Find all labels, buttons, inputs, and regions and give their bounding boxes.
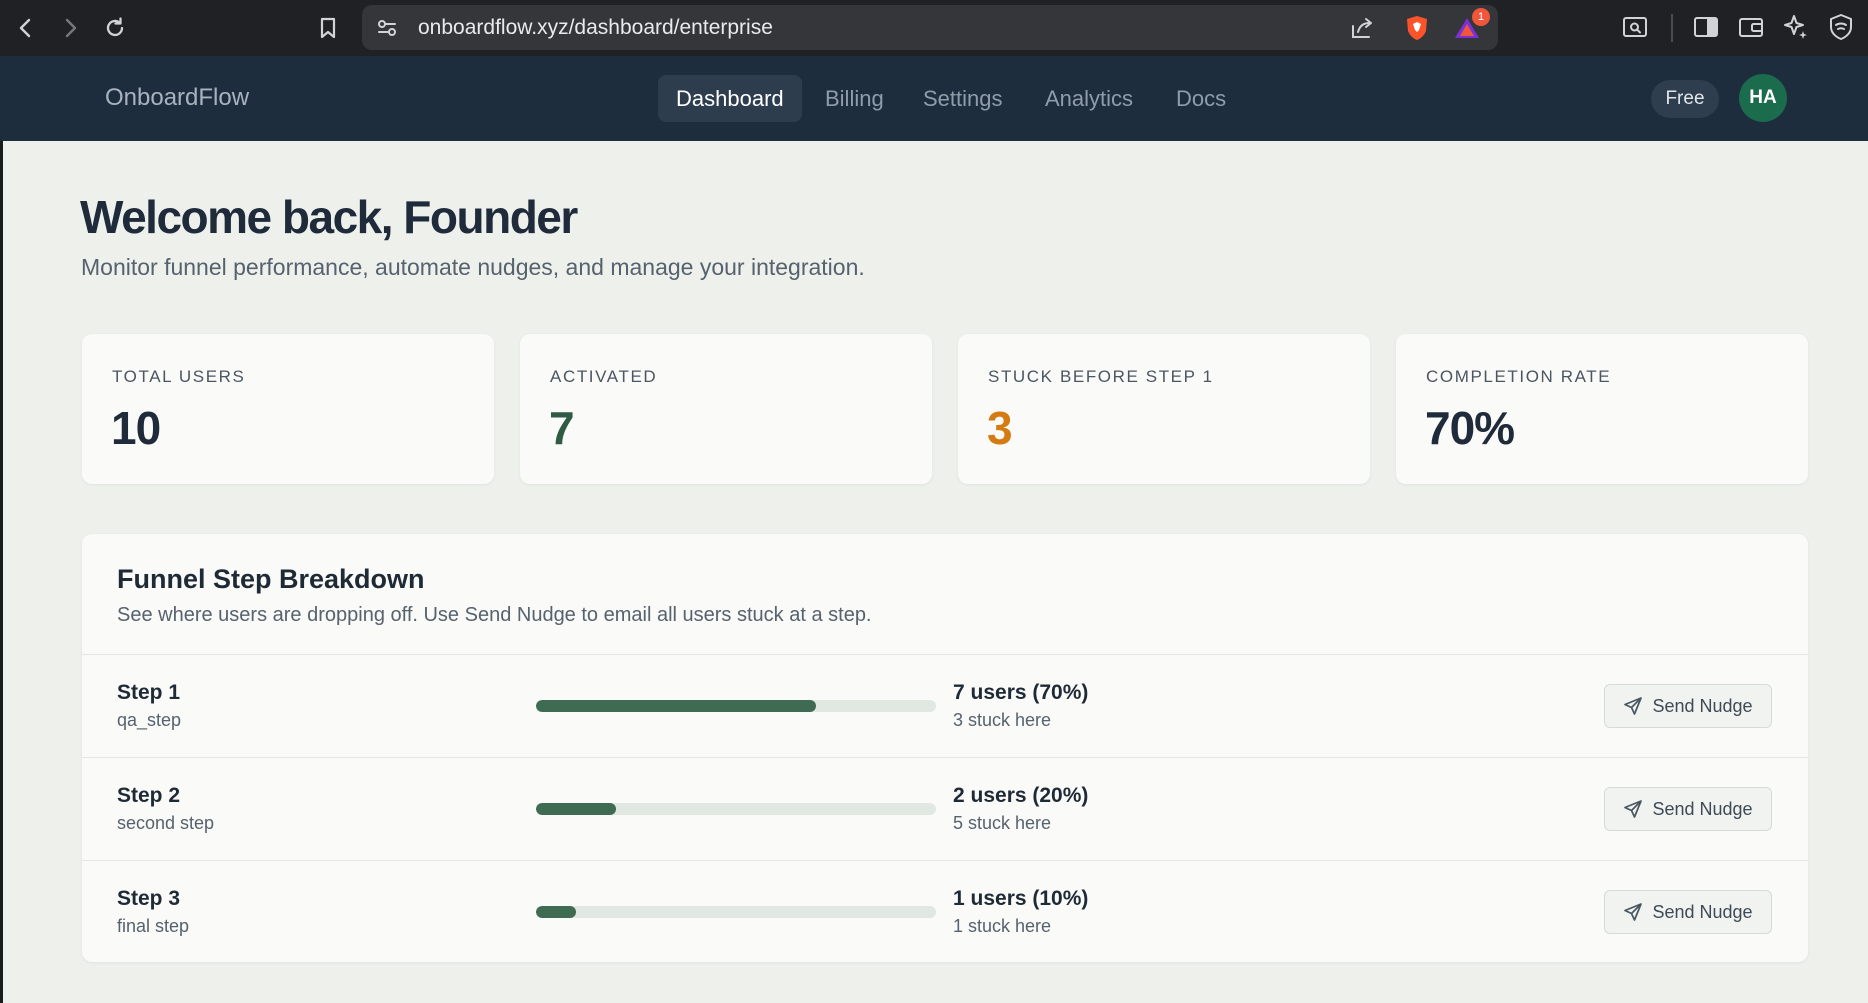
user-avatar[interactable]: HA (1739, 74, 1787, 122)
sidebar-toggle-icon[interactable] (1691, 12, 1721, 42)
send-nudge-label: Send Nudge (1652, 695, 1753, 716)
reload-icon[interactable] (97, 10, 133, 46)
address-bar[interactable]: onboardflow.xyz/dashboard/enterprise 1 (362, 5, 1498, 50)
stat-card-completion-rate: COMPLETION RATE 70% (1396, 334, 1808, 484)
stat-card-total-users: TOTAL USERS 10 (82, 334, 494, 484)
bookmark-icon[interactable] (310, 10, 346, 46)
page-title: Welcome back, Founder (80, 191, 578, 243)
funnel-title: Funnel Step Breakdown (117, 564, 425, 594)
step-progress-bar (536, 906, 936, 918)
step-name: Step 3 (117, 887, 181, 910)
stat-card-activated: ACTIVATED 7 (520, 334, 932, 484)
nav-tab-docs[interactable]: Docs (1158, 75, 1244, 122)
step-stuck-count: 1 stuck here (953, 916, 1052, 936)
step-progress-fill (536, 700, 816, 712)
notification-badge: 1 (1472, 8, 1490, 26)
share-icon[interactable] (1347, 13, 1377, 43)
back-icon[interactable] (8, 10, 44, 46)
step-name: Step 1 (117, 681, 181, 704)
funnel-breakdown-card: Funnel Step Breakdown See where users ar… (82, 534, 1808, 962)
url-text[interactable]: onboardflow.xyz/dashboard/enterprise (418, 16, 773, 40)
send-nudge-button[interactable]: Send Nudge (1604, 787, 1772, 831)
step-users-count: 7 users (70%) (953, 681, 1089, 704)
stat-value: 70% (1425, 402, 1515, 454)
send-nudge-label: Send Nudge (1652, 901, 1753, 922)
site-settings-icon[interactable] (372, 13, 402, 43)
stat-value: 10 (111, 402, 161, 454)
nav-tab-analytics[interactable]: Analytics (1027, 75, 1151, 122)
step-stuck-count: 5 stuck here (953, 813, 1052, 833)
stat-value: 7 (549, 402, 575, 454)
nav-tab-settings[interactable]: Settings (905, 75, 1021, 122)
nav-tab-dashboard[interactable]: Dashboard (658, 75, 802, 122)
browser-toolbar: onboardflow.xyz/dashboard/enterprise 1 (0, 0, 1868, 56)
plan-badge[interactable]: Free (1651, 80, 1719, 118)
send-nudge-button[interactable]: Send Nudge (1604, 890, 1772, 934)
brave-shield-icon[interactable] (1402, 13, 1432, 43)
funnel-step-row: Step 3 final step 1 users (10%) 1 stuck … (82, 860, 1808, 963)
send-icon (1624, 697, 1643, 715)
stat-value: 3 (987, 402, 1013, 454)
nav-tab-billing[interactable]: Billing (807, 75, 902, 122)
step-users-count: 1 users (10%) (953, 887, 1089, 910)
stat-label: TOTAL USERS (112, 367, 246, 386)
stat-label: STUCK BEFORE STEP 1 (988, 367, 1214, 386)
stat-label: COMPLETION RATE (1426, 367, 1612, 386)
leo-ai-icon[interactable] (1781, 12, 1811, 42)
step-users-count: 2 users (20%) (953, 784, 1089, 807)
step-progress-bar (536, 803, 936, 815)
send-icon (1624, 800, 1643, 818)
brand-logo[interactable]: OnboardFlow (105, 84, 249, 112)
funnel-description: See where users are dropping off. Use Se… (117, 604, 872, 626)
step-stuck-count: 3 stuck here (953, 710, 1052, 730)
stat-label: ACTIVATED (550, 367, 658, 386)
step-key: qa_step (117, 710, 182, 730)
send-nudge-button[interactable]: Send Nudge (1604, 684, 1772, 728)
vpn-shield-icon[interactable] (1826, 12, 1856, 42)
stat-card-stuck-before-step-1: STUCK BEFORE STEP 1 3 (958, 334, 1370, 484)
window-edge (0, 141, 3, 1003)
step-key: second step (117, 813, 215, 833)
funnel-step-row: Step 1 qa_step 7 users (70%) 3 stuck her… (82, 654, 1808, 757)
page-subtitle: Monitor funnel performance, automate nud… (81, 254, 865, 280)
send-nudge-label: Send Nudge (1652, 798, 1753, 819)
screenshot-icon[interactable] (1620, 12, 1650, 42)
step-progress-fill (536, 803, 616, 815)
toolbar-divider (1671, 14, 1673, 42)
forward-icon[interactable] (52, 10, 88, 46)
step-progress-fill (536, 906, 576, 918)
step-key: final step (117, 916, 190, 936)
wallet-icon[interactable] (1736, 12, 1766, 42)
send-icon (1624, 903, 1643, 921)
step-progress-bar (536, 700, 936, 712)
app-header: OnboardFlow Dashboard Billing Settings A… (0, 56, 1868, 141)
funnel-step-row: Step 2 second step 2 users (20%) 5 stuck… (82, 757, 1808, 860)
step-name: Step 2 (117, 784, 181, 807)
